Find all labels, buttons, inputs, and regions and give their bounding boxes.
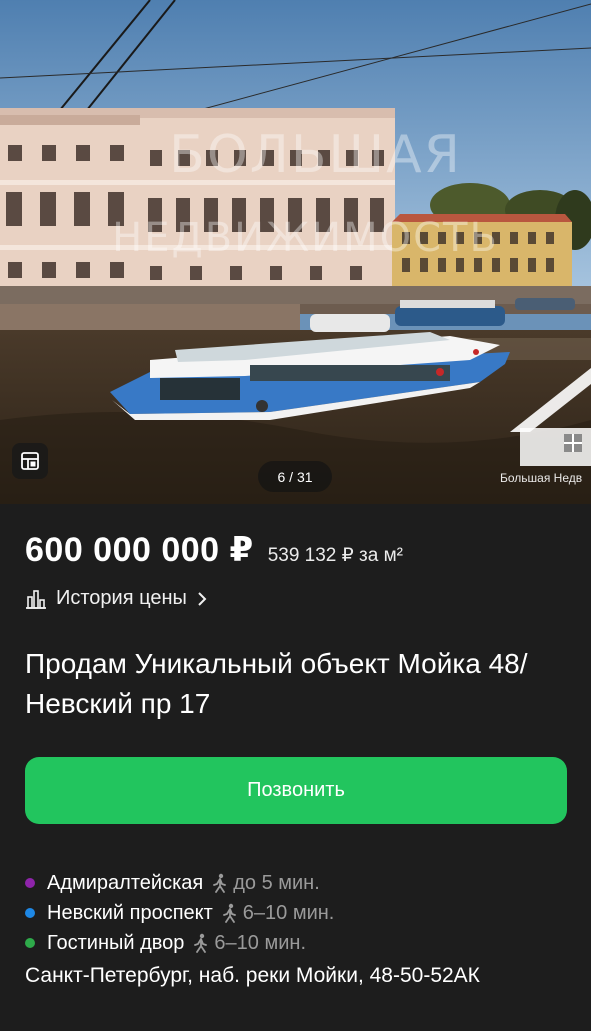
photo-watermark: БОЛЬШАЯ НЕДВИЖИМОСТЬ (0, 128, 591, 259)
metro-station-row: Адмиралтейская до 5 мин. (25, 868, 334, 898)
walk-time: 6–10 мин. (242, 901, 335, 924)
price-history-label: История цены (56, 587, 187, 609)
corner-logo: Большая Недв (500, 380, 591, 490)
address: Санкт-Петербург, наб. реки Мойки, 48-50-… (25, 964, 480, 987)
watermark-line-2: НЕДВИЖИМОСТЬ (112, 214, 499, 261)
metro-station-name: Гостиный двор (47, 931, 185, 954)
price: 600 000 000 ₽ (25, 531, 254, 569)
bar-chart-icon (26, 589, 46, 609)
walking-person-icon (192, 933, 210, 953)
gallery-grid-icon (21, 452, 39, 470)
metro-station-name: Адмиралтейская (47, 871, 204, 894)
price-per-square-meter: 539 132 ₽ за м² (267, 545, 403, 566)
walking-person-icon (221, 903, 239, 923)
walk-time: до 5 мин. (233, 871, 320, 894)
metro-line-dot (25, 878, 35, 888)
metro-list: Адмиралтейская до 5 мин. Невский проспек… (25, 868, 334, 958)
call-button[interactable]: Позвонить (25, 757, 567, 824)
price-row: 600 000 000 ₽ 539 132 ₽ за м² (25, 530, 403, 570)
gallery-grid-button[interactable] (12, 443, 48, 479)
chevron-right-icon (198, 591, 207, 606)
metro-station-row: Невский проспект 6–10 мин. (25, 898, 334, 928)
price-history-link[interactable]: История цены (25, 587, 216, 610)
listing-title: Продам Уникальный объект Мойка 48/Невски… (25, 648, 528, 719)
metro-line-dot (25, 938, 35, 948)
walking-person-icon (211, 873, 229, 893)
metro-line-dot (25, 908, 35, 918)
metro-station-name: Невский проспект (47, 901, 213, 924)
photo-gallery[interactable]: БОЛЬШАЯ НЕДВИЖИМОСТЬ Большая Недв 6 / 31 (0, 0, 591, 504)
photo-counter: 6 / 31 (258, 461, 332, 492)
metro-station-row: Гостиный двор 6–10 мин. (25, 928, 334, 958)
corner-logo-text: Большая Недв (500, 471, 583, 485)
walk-time: 6–10 мин. (214, 931, 306, 954)
watermark-line-1: БОЛЬШАЯ (169, 125, 462, 185)
